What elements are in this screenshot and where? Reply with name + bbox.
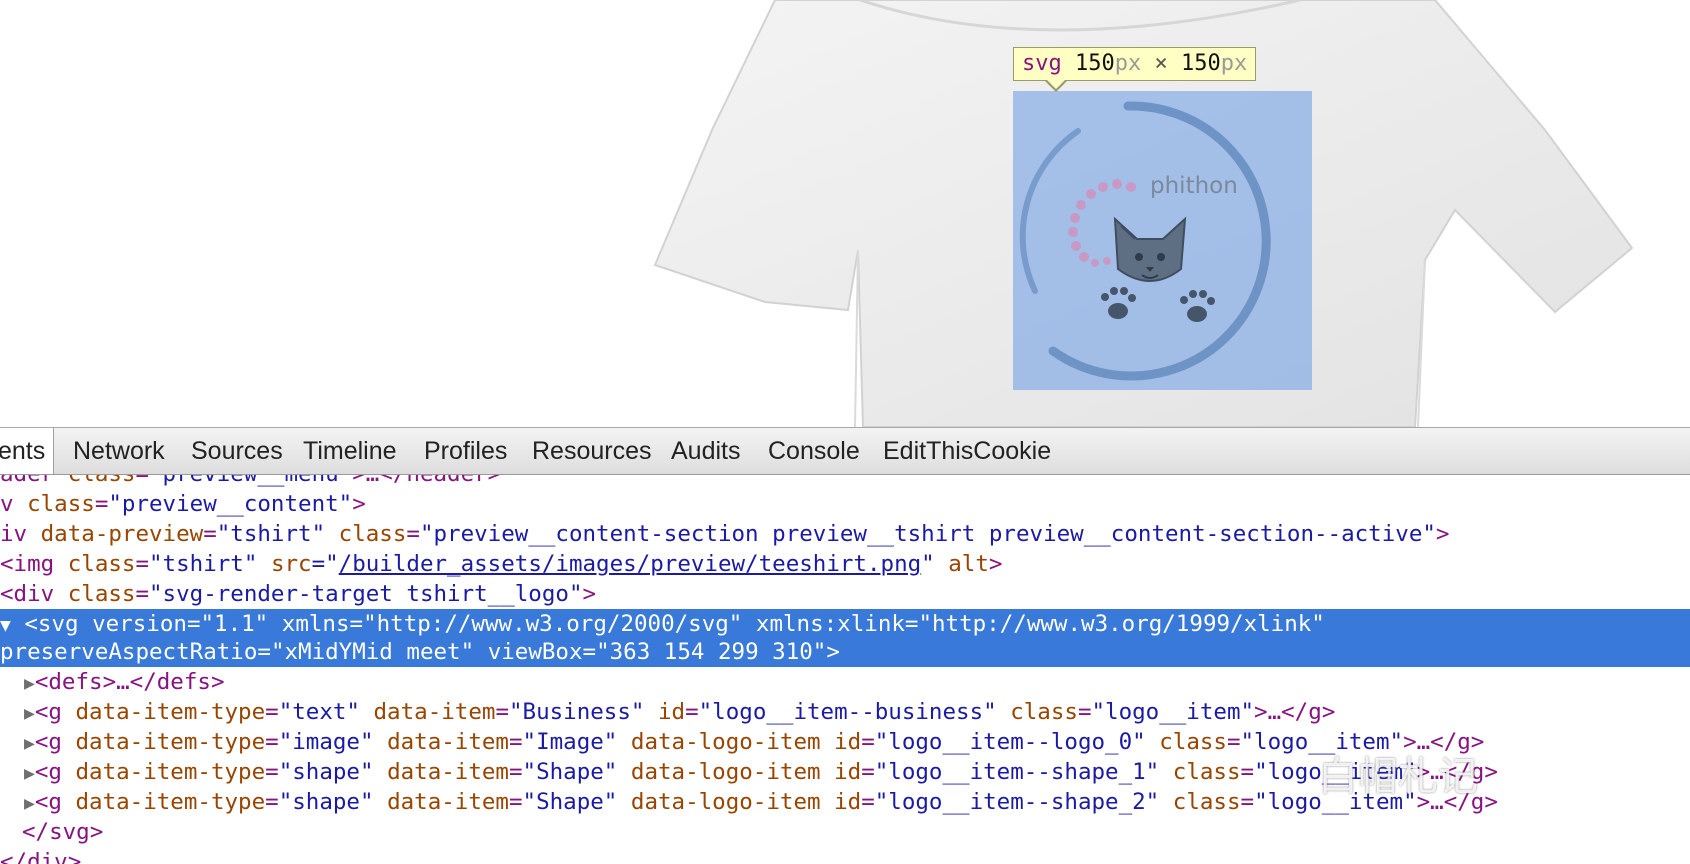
dom-line-g-shape-2[interactable]: ▶<g data-item-type="shape" data-item="Sh… — [24, 787, 1498, 817]
element-size-tooltip: svg 150px × 150px — [1013, 47, 1257, 81]
tab-editthiscookie[interactable]: EditThisCookie — [883, 428, 1051, 474]
dom-line-g-shape-1[interactable]: ▶<g data-item-type="shape" data-item="Sh… — [24, 757, 1498, 787]
dom-line-svg-close[interactable]: </svg> — [22, 817, 103, 847]
expand-triangle-icon[interactable]: ▶ — [24, 733, 35, 754]
dom-line-header[interactable]: ader class="preview__menu">…</header> — [0, 475, 501, 489]
dom-line-svg-selected[interactable]: ▼ <svg version="1.1" xmlns="http://www.w… — [0, 609, 1690, 667]
dom-line-defs[interactable]: ▶<defs>…</defs> — [24, 667, 225, 697]
dom-line-preview-content[interactable]: v class="preview__content"> — [0, 489, 366, 519]
tab-timeline[interactable]: Timeline — [303, 428, 397, 474]
svg-highlight-overlay: phithon — [1013, 91, 1312, 390]
dom-line-g-business[interactable]: ▶<g data-item-type="text" data-item="Bus… — [24, 697, 1335, 727]
paws-icon — [1101, 287, 1215, 322]
teeshirt-src-link[interactable]: /builder_assets/images/preview/teeshirt.… — [339, 551, 921, 577]
expand-triangle-icon[interactable]: ▶ — [24, 673, 35, 694]
tooltip-arrow-fill — [1046, 79, 1066, 89]
tshirt-image — [653, 0, 1634, 427]
tab-elements[interactable]: ents — [0, 428, 55, 474]
logo-text: phithon — [1150, 173, 1238, 199]
expand-triangle-icon[interactable]: ▶ — [24, 703, 35, 724]
expand-triangle-icon[interactable]: ▶ — [24, 793, 35, 814]
dom-line-div-close[interactable]: </div> — [0, 847, 81, 864]
cat-logo-image: phithon — [1019, 101, 1271, 381]
dom-line-g-logo[interactable]: ▶<g data-item-type="image" data-item="Im… — [24, 727, 1484, 757]
watermark-text: 白帽札记 — [1318, 754, 1478, 800]
dom-line-svg-render-target[interactable]: <div class="svg-render-target tshirt__lo… — [0, 579, 596, 609]
dom-line-tshirt-section[interactable]: iv data-preview="tshirt" class="preview_… — [0, 519, 1449, 549]
page-preview: phithon svg 150px × 150px — [0, 0, 1690, 427]
tab-network[interactable]: Network — [73, 428, 165, 474]
tab-console[interactable]: Console — [768, 428, 860, 474]
cat-face-icon — [1113, 216, 1187, 282]
dom-tree-panel: ader class="preview__menu">…</header> v … — [0, 475, 1690, 864]
collapse-triangle-icon[interactable]: ▼ — [0, 615, 11, 636]
tab-resources[interactable]: Resources — [532, 428, 652, 474]
dom-line-img[interactable]: <img class="tshirt" src="/builder_assets… — [0, 549, 1002, 579]
tab-profiles[interactable]: Profiles — [424, 428, 507, 474]
tab-audits[interactable]: Audits — [671, 428, 740, 474]
devtools-tab-bar: ents Network Sources Timeline Profiles R… — [0, 427, 1690, 475]
expand-triangle-icon[interactable]: ▶ — [24, 763, 35, 784]
tab-sources[interactable]: Sources — [191, 428, 283, 474]
